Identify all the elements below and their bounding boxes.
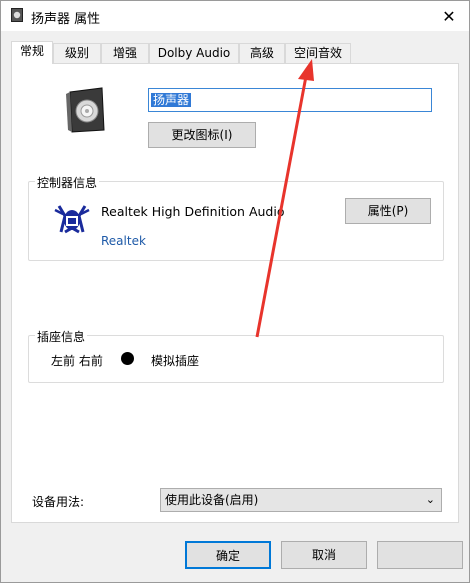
tab-levels[interactable]: 级别 — [53, 43, 101, 63]
tab-dolby-audio[interactable]: Dolby Audio — [149, 43, 239, 63]
apply-button[interactable] — [377, 541, 463, 569]
device-usage-value: 使用此设备(启用) — [165, 493, 259, 507]
device-name-value: 扬声器 — [151, 93, 192, 107]
ok-button[interactable]: 确定 — [185, 541, 271, 569]
change-icon-button[interactable]: 更改图标(I) — [148, 122, 256, 148]
close-button[interactable]: ✕ — [429, 1, 469, 31]
close-icon: ✕ — [442, 6, 456, 26]
controller-vendor: Realtek — [101, 234, 146, 248]
device-usage-label: 设备用法: — [32, 495, 85, 509]
tab-spatial-sound[interactable]: 空间音效 — [285, 43, 351, 63]
controller-name: Realtek High Definition Audio — [101, 204, 285, 219]
chevron-down-icon: ⌄ — [425, 493, 435, 506]
jack-color-dot — [121, 352, 134, 365]
tab-general[interactable]: 常规 — [11, 41, 53, 64]
controller-group-title: 控制器信息 — [35, 174, 100, 191]
device-name-field[interactable]: 扬声器 — [148, 88, 432, 112]
jack-info-group: 插座信息 左前 右前 模拟插座 — [28, 328, 444, 383]
realtek-logo-icon — [54, 205, 90, 234]
controller-info-group: 控制器信息 Realtek High Definition Audio Real… — [28, 174, 444, 261]
cancel-button[interactable]: 取消 — [281, 541, 367, 569]
speaker-device-icon — [66, 87, 105, 133]
speaker-properties-window: 扬声器 属性 ✕ 常规 级别 增强 Dolby Audio 高级 空间音效 扬声… — [0, 0, 470, 583]
jack-type: 模拟插座 — [151, 354, 200, 368]
general-tab-panel: 扬声器 更改图标(I) 控制器信息 Realtek High Definitio… — [11, 63, 459, 523]
title-bar[interactable]: 扬声器 属性 ✕ — [1, 1, 469, 31]
window-title: 扬声器 属性 — [31, 12, 101, 27]
jack-position: 左前 右前 — [51, 354, 103, 368]
device-usage-select[interactable]: 使用此设备(启用) ⌄ — [160, 488, 442, 512]
controller-properties-button[interactable]: 属性(P) — [345, 198, 431, 224]
speaker-icon — [11, 8, 23, 22]
jack-group-title: 插座信息 — [35, 328, 88, 345]
tab-enhancements[interactable]: 增强 — [101, 43, 149, 63]
tab-advanced[interactable]: 高级 — [239, 43, 285, 63]
